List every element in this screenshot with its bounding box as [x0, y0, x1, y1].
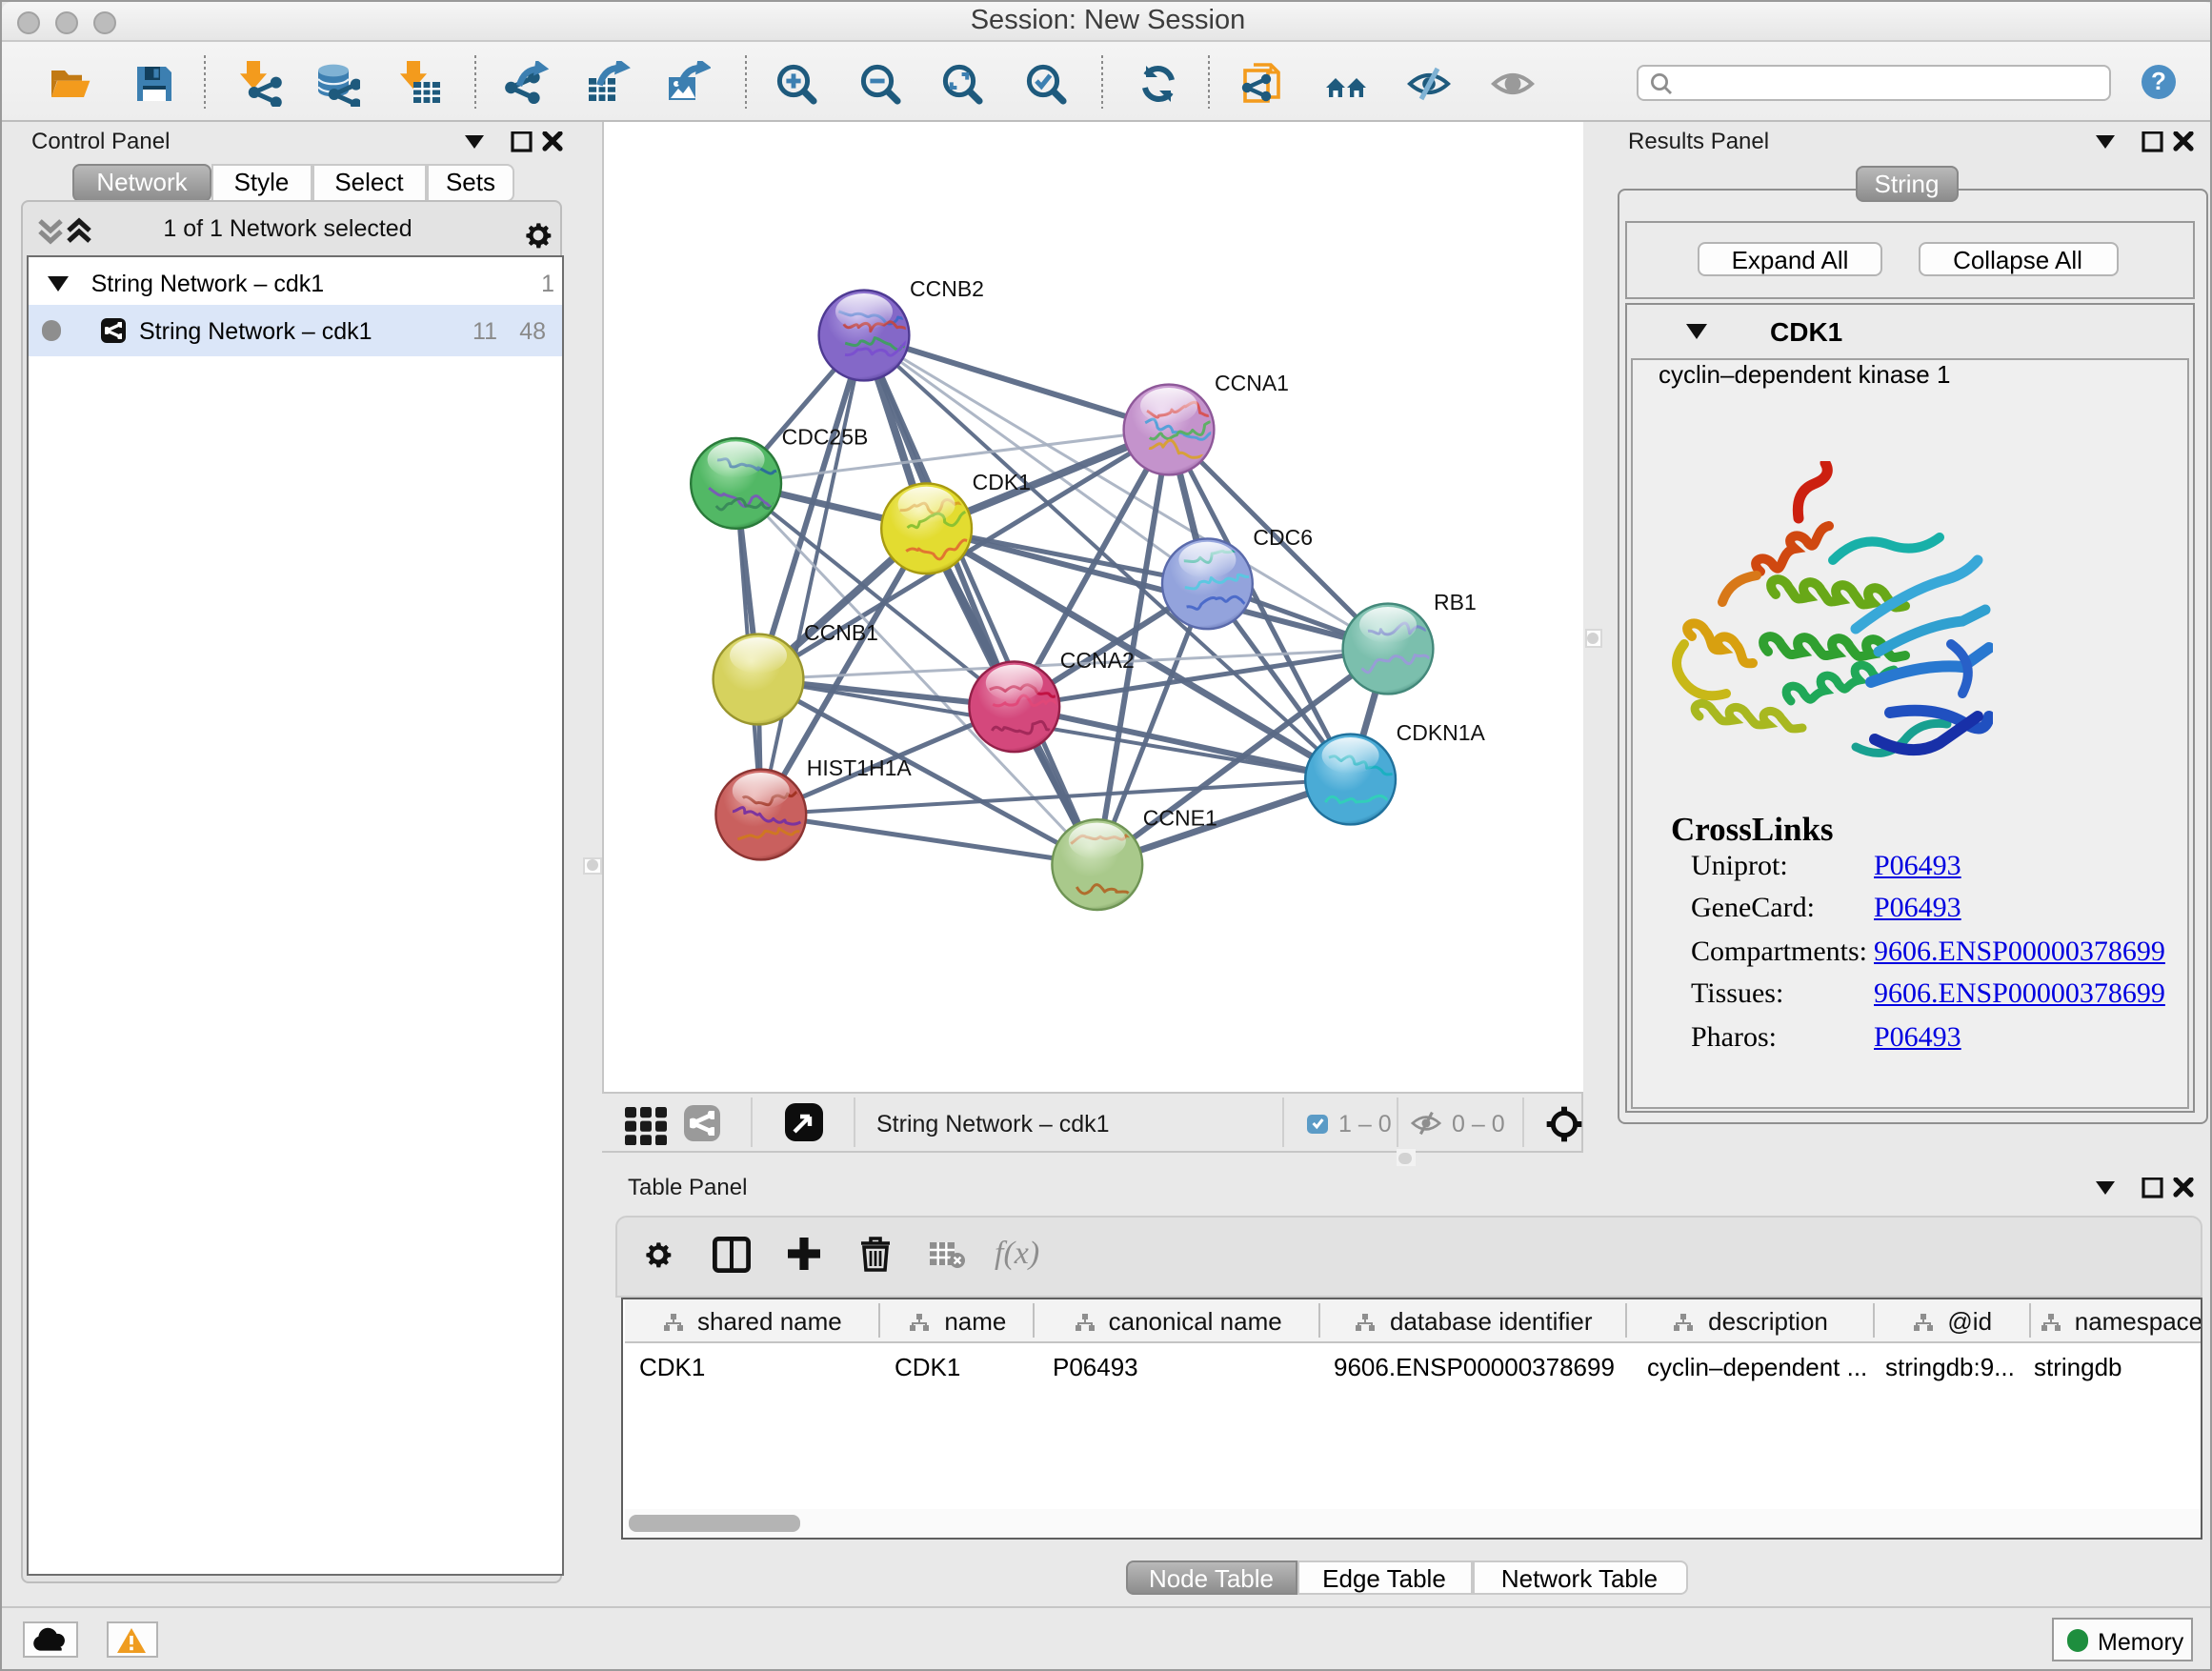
svg-text:CCNE1: CCNE1 [1142, 805, 1217, 830]
svg-text:RB1: RB1 [1433, 589, 1476, 614]
svg-text:CDC25B: CDC25B [781, 423, 868, 448]
svg-text:CCNB2: CCNB2 [909, 275, 983, 300]
svg-text:CCNA1: CCNA1 [1214, 370, 1288, 394]
svg-text:CCNB1: CCNB1 [803, 619, 877, 644]
svg-text:CCNA2: CCNA2 [1059, 647, 1134, 672]
svg-text:CDK1: CDK1 [972, 469, 1030, 493]
svg-text:HIST1H1A: HIST1H1A [806, 755, 912, 779]
svg-text:CDC6: CDC6 [1252, 524, 1312, 549]
svg-text:CDKN1A: CDKN1A [1396, 719, 1485, 744]
